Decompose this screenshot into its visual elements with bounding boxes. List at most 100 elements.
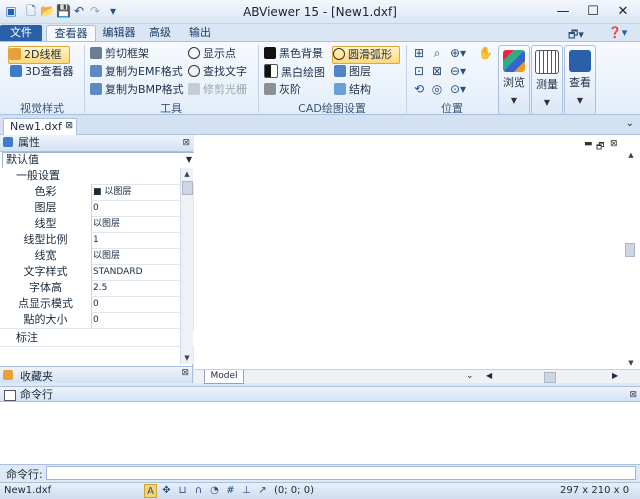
tab-viewer[interactable]: 查看器 (46, 25, 96, 42)
scroll-up-arrow[interactable]: ▲ (181, 168, 193, 180)
property-value[interactable]: 2.5 (93, 280, 179, 296)
property-row[interactable]: 线型比例 1 (0, 232, 180, 249)
copy-emf-button[interactable]: 复制为EMF格式 (90, 64, 183, 80)
category-general[interactable]: − 一般设置 (0, 168, 196, 185)
property-row[interactable]: 文字样式 STANDARD (0, 264, 180, 281)
bw-drawing-button[interactable]: 黑白绘图 (264, 64, 325, 80)
scrollbar-thumb[interactable] (544, 372, 556, 383)
document-tab[interactable]: New1.dxf ⊠ (3, 118, 77, 136)
browse-button[interactable]: 浏览 ▼ (498, 45, 530, 115)
magnet-icon[interactable]: ∩ (192, 484, 205, 498)
properties-icon (3, 137, 13, 147)
black-background-button[interactable]: 黑色背景 (264, 46, 323, 62)
property-value[interactable]: ■ 以图层 (93, 184, 179, 200)
close-tab-icon[interactable]: ⊠ (65, 119, 73, 134)
ribbon-separator (258, 45, 259, 113)
close-button[interactable]: ✕ (608, 2, 638, 22)
trim-raster-icon (188, 83, 200, 95)
favorites-panel-header[interactable]: 收藏夹 ⊠ (0, 366, 193, 383)
command-line-icon (4, 390, 16, 401)
show-point-button[interactable]: 显示点 (188, 46, 236, 62)
zoom-fit-icon[interactable]: ⊠ (430, 64, 444, 78)
fit-icon[interactable]: ⊡ (412, 64, 426, 78)
view-icon (569, 50, 591, 72)
property-value[interactable]: 1 (93, 232, 179, 248)
minimize-doc-icon[interactable]: ▬ (584, 139, 593, 149)
close-panel-icon[interactable]: ⊠ (629, 388, 637, 403)
tab-advanced[interactable]: 高级 (142, 25, 178, 41)
scroll-down-arrow[interactable]: ▼ (623, 357, 639, 369)
command-history (0, 402, 640, 465)
property-value[interactable]: 0 (93, 296, 179, 312)
zoom-extents-icon[interactable]: ⊞ (412, 46, 426, 60)
rotate-icon[interactable]: ⟲ (412, 82, 426, 96)
zoom-window-icon[interactable]: ⌕ (430, 46, 444, 60)
trim-raster-button[interactable]: 修剪光栅 (188, 82, 247, 98)
perpendicular-icon[interactable]: ⊥ (240, 484, 253, 498)
canvas-vertical-scrollbar[interactable]: ▲ ▼ (623, 149, 639, 369)
zoom-previous-icon[interactable]: ⊙▾ (450, 82, 466, 96)
drawing-canvas[interactable]: ▬ 🗗 ⊠ ▲ ▼ (194, 135, 640, 369)
property-value[interactable]: 0 (93, 200, 179, 216)
help-icon[interactable]: ❓▾ (608, 26, 627, 39)
pan-hand-icon[interactable]: ✋ (478, 46, 493, 60)
ribbon-separator (406, 45, 407, 113)
grayscale-button[interactable]: 灰阶 (264, 82, 301, 98)
grid-icon[interactable]: # (224, 484, 237, 498)
property-value[interactable]: 以图层 (93, 216, 179, 232)
tab-output[interactable]: 输出 (182, 25, 218, 41)
structure-button[interactable]: 结构 (334, 82, 371, 98)
scroll-left-arrow[interactable]: ◀ (486, 371, 492, 380)
snap-icon[interactable]: ✥ (160, 484, 173, 498)
polar-icon[interactable]: ◔ (208, 484, 221, 498)
property-row[interactable]: 點的大小 0 (0, 312, 180, 329)
property-row[interactable]: 字体高 2.5 (0, 280, 180, 297)
close-panel-icon[interactable]: ⊠ (182, 135, 190, 151)
measure-button[interactable]: 测量 ▼ (531, 45, 563, 115)
find-text-button[interactable]: 查找文字 (188, 64, 247, 80)
viewer-3d-button[interactable]: 3D查看器 (10, 64, 73, 80)
find-text-icon (188, 65, 200, 77)
scroll-down-arrow[interactable]: ▼ (181, 352, 193, 364)
property-value[interactable]: 0 (93, 312, 179, 328)
restore-doc-icon[interactable]: 🗗 (596, 139, 604, 155)
property-row[interactable]: 线型 以图层 (0, 216, 180, 233)
close-panel-icon[interactable]: ⊠ (181, 368, 189, 378)
layout-menu-icon[interactable]: ⌄ (466, 371, 474, 381)
tab-editor[interactable]: 编辑器 (98, 25, 140, 41)
property-row[interactable]: 图层 0 (0, 200, 180, 217)
copy-bmp-button[interactable]: 复制为BMP格式 (90, 82, 184, 98)
tab-list-icon[interactable]: ⌄ (626, 118, 634, 129)
tab-file[interactable]: 文件 (0, 25, 42, 41)
close-doc-icon[interactable]: ⊠ (610, 139, 618, 149)
scroll-up-arrow[interactable]: ▲ (623, 149, 639, 161)
layers-button[interactable]: 图层 (334, 64, 371, 80)
command-input[interactable] (46, 466, 636, 480)
view-button[interactable]: 查看 ▼ (564, 45, 596, 115)
property-value[interactable]: STANDARD (93, 264, 179, 280)
zoom-in-icon[interactable]: ⊕▾ (450, 46, 466, 60)
property-row[interactable]: 色彩 ■ 以图层 (0, 184, 180, 201)
scrollbar-thumb[interactable] (625, 243, 635, 257)
smooth-arc-button[interactable]: 圆滑弧形 (332, 46, 400, 64)
ortho-icon[interactable]: ⊔ (176, 484, 189, 498)
line-weight-icon[interactable]: ↗ (256, 484, 269, 498)
orbit-icon[interactable]: ◎ (430, 82, 444, 96)
scroll-right-arrow[interactable]: ▶ (612, 371, 618, 380)
property-row[interactable]: 点显示模式 0 (0, 296, 180, 313)
minimize-button[interactable]: — (548, 2, 578, 22)
tab-model[interactable]: Model (204, 370, 244, 384)
scrollbar-thumb[interactable] (182, 181, 193, 195)
clip-frame-button[interactable]: 剪切框架 (90, 46, 149, 62)
category-annotation[interactable]: − 标注 (0, 330, 196, 347)
property-key: 點的大小 (0, 312, 92, 328)
property-value[interactable]: 以图层 (93, 248, 179, 264)
property-row[interactable]: 线宽 以图层 (0, 248, 180, 265)
wireframe-2d-button[interactable]: 2D线框 (8, 46, 70, 64)
properties-filter-dropdown[interactable]: 默认值 ▼ (2, 152, 196, 169)
properties-scrollbar[interactable]: ▲ ▼ (180, 168, 193, 364)
zoom-out-icon[interactable]: ⊖▾ (450, 64, 466, 78)
maximize-button[interactable]: ☐ (578, 2, 608, 22)
text-snap-icon[interactable]: A (144, 484, 157, 498)
group-label-position: 位置 (441, 102, 463, 115)
